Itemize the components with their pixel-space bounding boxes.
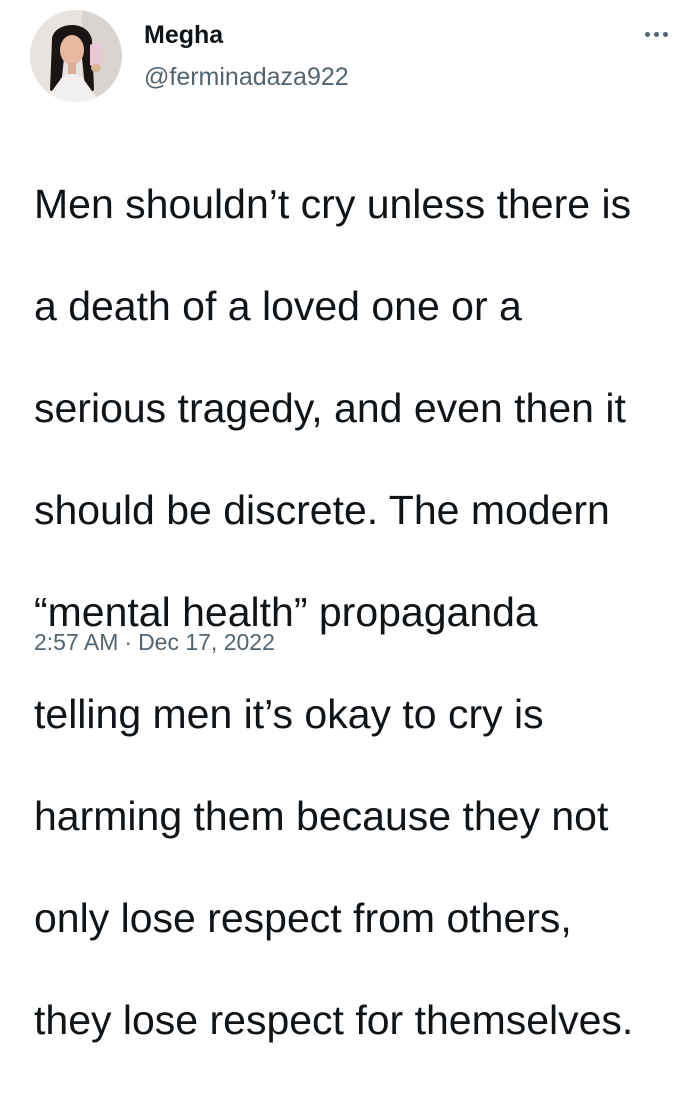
avatar[interactable] [30, 10, 122, 102]
tweet-text-line: they lose respect for themselves. [34, 997, 634, 1043]
tweet-text-line: harming them because they not [34, 793, 609, 839]
timestamp-separator: · [124, 629, 133, 655]
more-options-button[interactable] [636, 22, 676, 46]
more-horizontal-icon [644, 31, 668, 37]
tweet-text-line: a death of a loved one or a [34, 283, 522, 329]
tweet-card: Megha @ferminadaza922 Men shouldn’t cry … [0, 0, 700, 1043]
tweet-text: Men shouldn’t cry unless there is a deat… [34, 128, 674, 1097]
tweet-text-line: serious tragedy, and even then it [34, 385, 626, 431]
tweet-timestamp[interactable]: 2:57 AM · Dec 17, 2022 [34, 628, 275, 656]
tweet-text-line: only lose respect from others, [34, 895, 572, 941]
tweet-text-line: should be discrete. The modern [34, 487, 610, 533]
author-display-name[interactable]: Megha [144, 20, 223, 50]
tweet-date[interactable]: Dec 17, 2022 [138, 628, 275, 656]
author-handle[interactable]: @ferminadaza922 [144, 62, 349, 92]
tweet-text-line: Men shouldn’t cry unless there is [34, 181, 632, 227]
tweet-text-line: telling men it’s okay to cry is [34, 691, 544, 737]
avatar-image [30, 10, 122, 102]
tweet-time[interactable]: 2:57 AM [34, 628, 118, 656]
